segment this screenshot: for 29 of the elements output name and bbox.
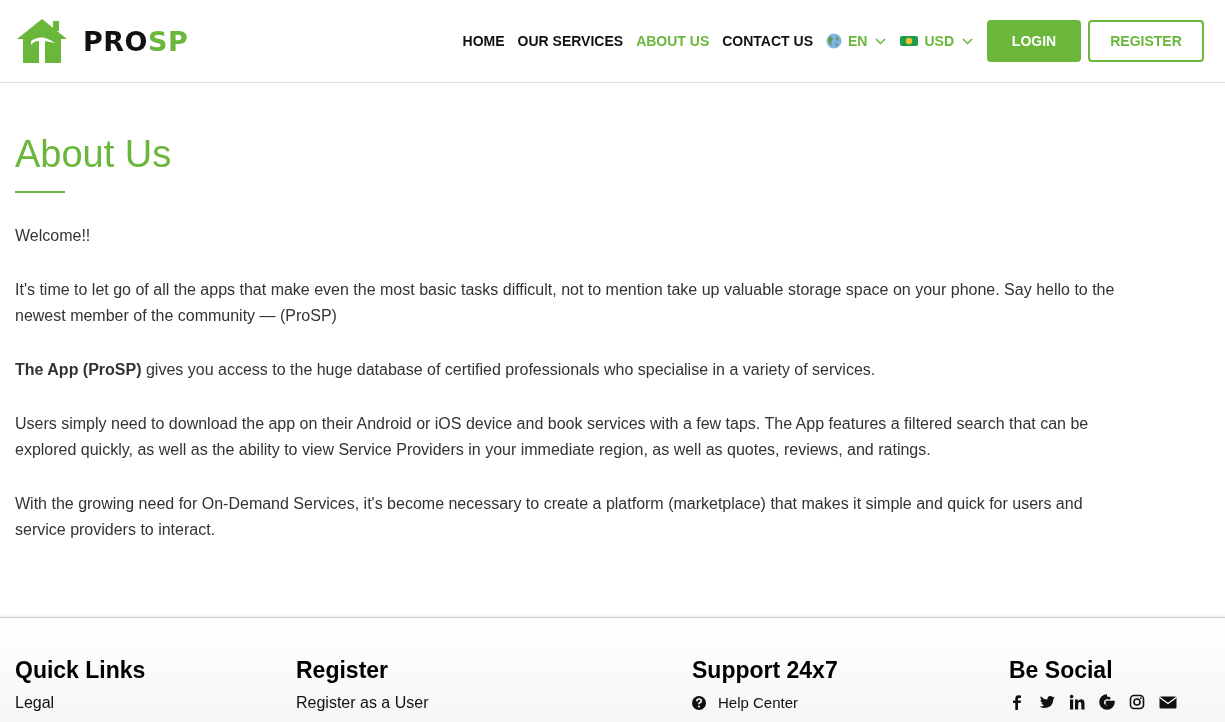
column-heading: Register — [296, 656, 390, 684]
paragraph: Users simply need to download the app on their Android or iOS device and book services with a few taps. The App features a filtered search that can be explored quickly, as well as the ability to view Service Providers in your immediate region, as well as quotes, reviews, and ratings. — [15, 414, 1090, 460]
linkedin-icon[interactable] — [1069, 694, 1085, 710]
page-title: About Us — [15, 132, 173, 177]
camera-icon[interactable] — [1129, 694, 1145, 710]
footer-link[interactable]: Legal — [15, 694, 55, 711]
chevron-down-icon — [962, 37, 973, 45]
nav-link[interactable]: CONTACT US — [722, 33, 813, 49]
paragraph: The App (ProSP) gives you access to the huge database of certified professionals who specialise in a variety of services. — [15, 360, 877, 380]
column-heading: Quick Links — [15, 656, 147, 684]
nav-link[interactable]: HOME — [462, 33, 505, 49]
nav-link[interactable]: OUR SERVICES — [517, 33, 624, 49]
globe-icon — [826, 33, 842, 49]
help-icon — [692, 695, 706, 710]
google-icon[interactable] — [1099, 694, 1115, 710]
footer-link[interactable]: Help Center — [718, 694, 799, 711]
paragraph: With the growing need for On-Demand Services, it's become necessary to create a platform (marketplace) that makes it simple and quick for users and service providers to interact. — [15, 494, 1084, 540]
bird-icon[interactable] — [1039, 694, 1055, 710]
title-underline — [15, 191, 65, 193]
chevron-down-icon — [875, 37, 887, 45]
paragraph: It's time to let go of all the apps that make even the most basic tasks difficult, not to mention take up valuable storage space on your phone. Say hello to the newest member of the community — (ProSP) — [15, 280, 1116, 326]
footer-link[interactable]: Register as a User — [296, 694, 429, 711]
paragraph: Welcome!! — [15, 226, 92, 246]
column-heading: Support 24x7 — [692, 656, 839, 684]
logo-text[interactable]: PROSP — [83, 25, 189, 57]
banknote-icon — [900, 35, 919, 47]
column-heading: Be Social — [1009, 656, 1114, 684]
envelope-icon[interactable] — [1159, 694, 1177, 710]
house-logo-icon — [15, 17, 69, 65]
